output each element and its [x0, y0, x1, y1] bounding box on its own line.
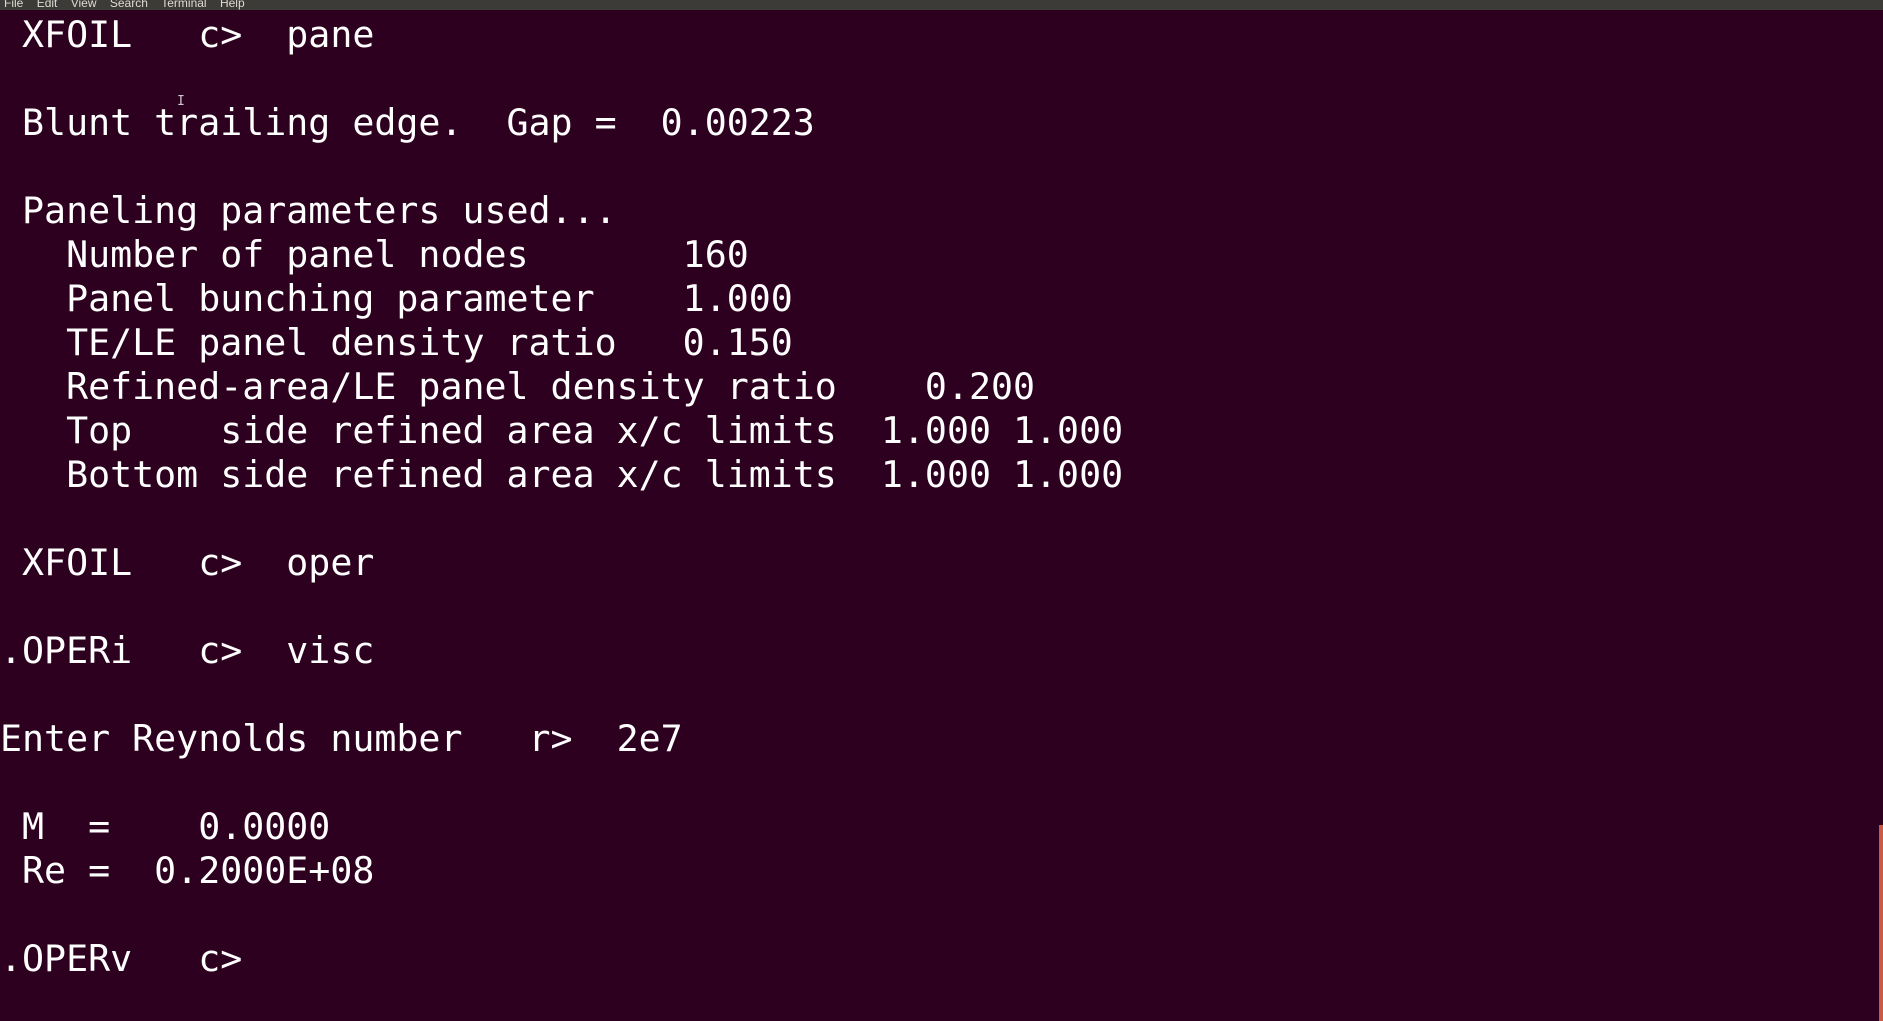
terminal-line-density-ratio: TE/LE panel density ratio 0.150	[0, 321, 793, 364]
terminal-line-paneling-params: Paneling parameters used...	[0, 189, 617, 232]
terminal-line-panel-nodes: Number of panel nodes 160	[0, 233, 749, 276]
terminal-line-operv-prompt[interactable]: .OPERv c>	[0, 937, 264, 981]
menu-terminal[interactable]: Terminal	[161, 0, 206, 9]
terminal-line-refined-density: Refined-area/LE panel density ratio 0.20…	[0, 365, 1036, 408]
scrollbar-thumb[interactable]	[1879, 825, 1883, 1021]
menu-help[interactable]: Help	[220, 0, 245, 9]
terminal-line-top-limits: Top side refined area x/c limits 1.000 1…	[0, 409, 1124, 452]
menu-edit[interactable]: Edit	[37, 0, 58, 9]
terminal-output[interactable]: XFOIL c> pane Blunt trailing edge. Gap =…	[0, 10, 1876, 1011]
terminal-line-bunching: Panel bunching parameter 1.000	[0, 277, 793, 320]
terminal-line-xfoil-pane: XFOIL c> pane	[0, 13, 375, 56]
terminal-line-reynolds-prompt: Enter Reynolds number r> 2e7	[0, 717, 683, 760]
menu-view[interactable]: View	[71, 0, 97, 9]
terminal-line-xfoil-oper: XFOIL c> oper	[0, 541, 375, 584]
terminal-scrollbar[interactable]	[1876, 10, 1883, 1021]
terminal-line-blunt-te: Blunt trailing edge. Gap = 0.00223	[0, 101, 815, 144]
menu-bar: File Edit View Search Terminal Help	[0, 0, 1883, 10]
terminal-line-reynolds: Re = 0.2000E+08	[0, 849, 375, 892]
mouse-text-cursor-icon: I	[177, 94, 185, 109]
menu-file[interactable]: File	[4, 0, 23, 9]
terminal-line-oper-visc: .OPERi c> visc	[0, 629, 375, 672]
terminal-line-mach: M = 0.0000	[0, 805, 331, 848]
terminal-line-bottom-limits: Bottom side refined area x/c limits 1.00…	[0, 453, 1124, 496]
menu-search[interactable]: Search	[110, 0, 148, 9]
